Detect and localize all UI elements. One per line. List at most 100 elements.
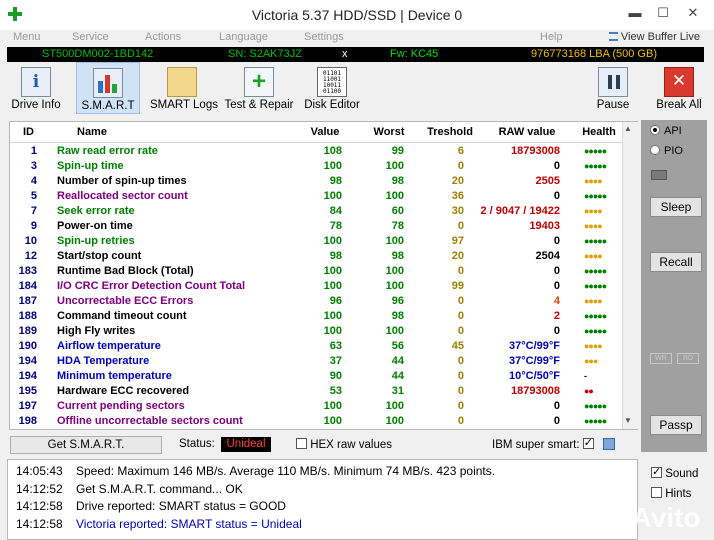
cell-health: ●●●● bbox=[584, 340, 603, 351]
pause-button[interactable]: Pause bbox=[592, 62, 634, 114]
table-row[interactable]: 7 Seek error rate 84 60 30 2 / 9047 / 19422 ●●… bbox=[10, 203, 624, 218]
table-row[interactable]: 198 Offline uncorrectable sectors count 10… bbox=[10, 413, 624, 428]
header-raw-value[interactable]: RAW value bbox=[480, 122, 574, 143]
cell-raw: 2504 bbox=[535, 249, 560, 262]
table-row[interactable]: 194 Minimum temperature 90 44 0 10°C/50°F - bbox=[10, 368, 624, 383]
sound-check-box[interactable] bbox=[651, 465, 662, 478]
cell-health: ●●●● bbox=[584, 175, 603, 186]
table-row[interactable]: 197 Current pending sectors 100 100 0 0 ●●●●● bbox=[10, 398, 624, 413]
sound-checkbox[interactable]: Sound bbox=[651, 465, 698, 480]
table-row[interactable]: 189 High Fly writes 100 100 0 0 ●●●●● bbox=[10, 323, 624, 338]
maximize-icon[interactable]: ☐ bbox=[655, 6, 671, 20]
device-firmware: Fw: KC45 bbox=[390, 48, 439, 60]
table-row[interactable]: 9 Power-on time 78 78 0 19403 ●●●● bbox=[10, 218, 624, 233]
header-id[interactable]: ID bbox=[10, 122, 47, 143]
get-smart-button[interactable]: Get S.M.A.R.T. bbox=[10, 436, 162, 454]
sleep-button[interactable]: Sleep bbox=[650, 197, 702, 217]
cell-worst: 100 bbox=[385, 399, 404, 412]
cell-name: Number of spin-up times bbox=[57, 174, 187, 187]
log-line: 14:12:58 Victoria reported: SMART status … bbox=[16, 517, 302, 531]
hints-check-box[interactable] bbox=[651, 487, 662, 498]
smart-table: ID Name Value Worst Treshold RAW value H… bbox=[10, 122, 624, 428]
cell-treshold: 0 bbox=[457, 414, 464, 427]
passp-button[interactable]: Passp bbox=[650, 415, 702, 435]
minimize-icon[interactable]: ▬ bbox=[627, 6, 643, 20]
log-line: 14:12:58 Drive reported: SMART status = G… bbox=[16, 499, 286, 513]
smart-logs-folder-icon bbox=[167, 67, 197, 97]
disk-editor-button[interactable]: 01101 11001 10011 01100 Disk Editor bbox=[303, 62, 361, 114]
cell-raw: 10°C/50°F bbox=[509, 369, 560, 382]
smart-button[interactable]: S.M.A.R.T bbox=[76, 62, 140, 114]
cell-id: 3 bbox=[30, 159, 37, 172]
drive-info-label: Drive Info bbox=[11, 99, 61, 111]
view-buffer-live-button[interactable]: View Buffer Live bbox=[608, 31, 700, 43]
table-scrollbar[interactable] bbox=[622, 122, 638, 429]
table-row[interactable]: 184 I/O CRC Error Detection Count Total 10… bbox=[10, 278, 624, 293]
drive-info-button[interactable]: Drive Info bbox=[8, 62, 64, 114]
table-row[interactable]: 194 HDA Temperature 37 44 0 37°C/99°F ●●● bbox=[10, 353, 624, 368]
cell-name: Hardware ECC recovered bbox=[57, 384, 190, 397]
recall-button[interactable]: Recall bbox=[650, 252, 702, 272]
hints-checkbox[interactable]: Hints bbox=[651, 487, 691, 500]
cell-id: 188 bbox=[18, 309, 37, 322]
pause-icon bbox=[598, 67, 628, 97]
header-value[interactable]: Value bbox=[292, 122, 358, 143]
cell-value: 63 bbox=[329, 339, 342, 352]
log-text: Drive reported: SMART status = GOOD bbox=[76, 499, 286, 513]
menu-menu[interactable]: Menu bbox=[13, 31, 41, 43]
log-time: 14:12:58 bbox=[16, 499, 63, 513]
test-repair-label: Test & Repair bbox=[224, 99, 294, 111]
menu-help[interactable]: Help bbox=[540, 31, 563, 43]
header-health[interactable]: Health bbox=[574, 122, 624, 143]
table-row[interactable]: 187 Uncorrectable ECC Errors 96 96 0 4 ●●●● bbox=[10, 293, 624, 308]
cell-raw: 0 bbox=[553, 399, 560, 412]
break-all-button[interactable]: Break All bbox=[654, 62, 704, 114]
cell-worst: 99 bbox=[391, 144, 404, 157]
header-name[interactable]: Name bbox=[47, 122, 292, 143]
table-row[interactable]: 183 Runtime Bad Block (Total) 100 100 0 0 ●●●●… bbox=[10, 263, 624, 278]
hex-raw-check-box[interactable] bbox=[296, 438, 307, 449]
cell-health: ●●● bbox=[584, 355, 598, 366]
cell-raw: 18793008 bbox=[511, 144, 560, 157]
close-icon[interactable]: ✕ bbox=[685, 6, 701, 20]
pause-label: Pause bbox=[596, 99, 630, 111]
header-treshold[interactable]: Treshold bbox=[420, 122, 480, 143]
device-model: ST500DM002-1BD142 bbox=[42, 48, 154, 60]
test-repair-button[interactable]: Test & Repair bbox=[224, 62, 294, 114]
table-row[interactable]: 12 Start/stop count 98 98 20 2504 ●●●● bbox=[10, 248, 624, 263]
view-buffer-live-label: View Buffer Live bbox=[620, 31, 700, 43]
buffer-list-icon bbox=[608, 32, 618, 41]
write-indicator: WR bbox=[650, 353, 672, 364]
menu-service[interactable]: Service bbox=[72, 31, 109, 43]
cell-treshold: 0 bbox=[457, 324, 464, 337]
api-radio[interactable]: API bbox=[650, 125, 682, 137]
scroll-up-arrow-icon[interactable]: ▲ bbox=[624, 124, 632, 133]
table-row[interactable]: 3 Spin-up time 100 100 0 0 ●●●●● bbox=[10, 158, 624, 173]
avito-watermark: ● Avito bbox=[608, 502, 701, 533]
table-row[interactable]: 10 Spin-up retries 100 100 97 0 ●●●●● bbox=[10, 233, 624, 248]
header-worst[interactable]: Worst bbox=[358, 122, 420, 143]
table-row[interactable]: 1 Raw read error rate 108 99 6 18793008 ●●●●● bbox=[10, 143, 624, 159]
scroll-down-arrow-icon[interactable]: ▼ bbox=[624, 416, 632, 425]
cell-id: 184 bbox=[18, 279, 37, 292]
cell-id: 1 bbox=[30, 144, 37, 157]
table-row[interactable]: 190 Airflow temperature 63 56 45 37°C/99°F ●●●… bbox=[10, 338, 624, 353]
cell-raw: 0 bbox=[553, 279, 560, 292]
cell-value: 108 bbox=[323, 144, 342, 157]
table-row[interactable]: 188 Command timeout count 100 98 0 2 ●●●●● bbox=[10, 308, 624, 323]
ibm-super-smart-checkbox[interactable]: IBM super smart: bbox=[492, 436, 594, 451]
device-close-button[interactable]: x bbox=[342, 47, 348, 62]
hex-raw-checkbox[interactable]: HEX raw values bbox=[296, 438, 392, 451]
pio-radio[interactable]: PIO bbox=[650, 145, 683, 157]
menu-language[interactable]: Language bbox=[219, 31, 268, 43]
cell-health: ●●●●● bbox=[584, 265, 607, 276]
menu-settings[interactable]: Settings bbox=[304, 31, 344, 43]
table-row[interactable]: 4 Number of spin-up times 98 98 20 2505 ●●●● bbox=[10, 173, 624, 188]
menu-actions[interactable]: Actions bbox=[145, 31, 181, 43]
cell-name: Raw read error rate bbox=[57, 144, 158, 157]
smart-logs-button[interactable]: SMART Logs bbox=[150, 62, 218, 114]
table-row[interactable]: 195 Hardware ECC recovered 53 31 0 18793008 ●● bbox=[10, 383, 624, 398]
table-row[interactable]: 5 Reallocated sector count 100 100 36 0 ●●●●● bbox=[10, 188, 624, 203]
ibm-super-smart-check-box[interactable] bbox=[582, 436, 594, 449]
cell-treshold: 99 bbox=[451, 279, 464, 292]
